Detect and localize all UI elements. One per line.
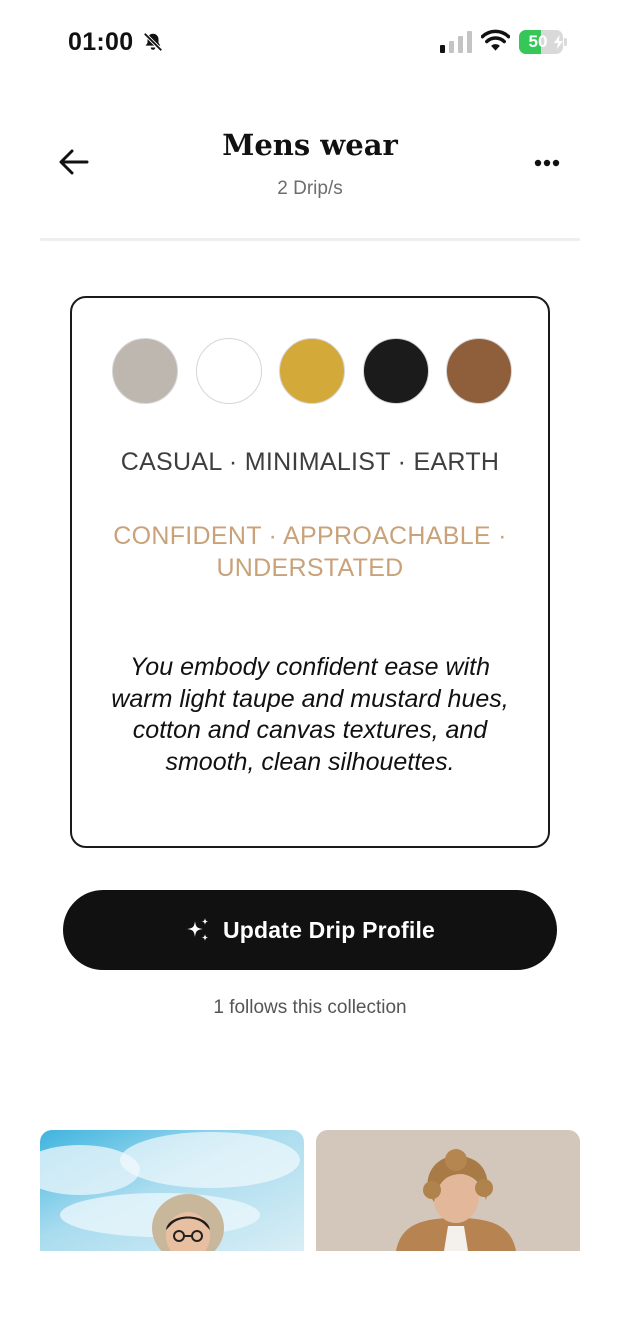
- status-time: 01:00: [68, 28, 134, 56]
- collection-screen: 01:00 50 Mens wear 2 Drip/s CASUAL · MIN…: [0, 0, 620, 1342]
- color-swatch-black: [362, 338, 429, 404]
- header-divider: [40, 238, 580, 241]
- color-palette: [112, 338, 512, 404]
- sparkle-icon: [186, 918, 209, 941]
- update-button-label: Update Drip Profile: [222, 916, 436, 943]
- ellipsis-icon: [534, 159, 560, 167]
- status-bar: 01:00 50: [0, 0, 620, 84]
- mood-tags: CONFIDENT · APPROACHABLE · UNDERSTATED: [113, 522, 507, 582]
- bell-off-icon: [143, 32, 163, 52]
- battery-charging-icon: [554, 35, 563, 49]
- drip-profile-card: CASUAL · MINIMALIST · EARTH CONFIDENT · …: [70, 296, 550, 848]
- gallery-item-man-in-hat[interactable]: [40, 1130, 304, 1251]
- battery-cap: [564, 38, 567, 46]
- color-swatch-brown: [446, 338, 512, 404]
- drip-count: 2 Drip/s: [277, 178, 343, 199]
- gallery-item-man-curly-hair[interactable]: [316, 1130, 580, 1251]
- update-drip-profile-button[interactable]: Update Drip Profile: [63, 890, 557, 970]
- style-tags: CASUAL · MINIMALIST · EARTH: [120, 448, 500, 476]
- cellular-signal-icon: [440, 31, 472, 53]
- follows-count: 1 follows this collection: [213, 997, 407, 1018]
- header: Mens wear 2 Drip/s: [0, 110, 620, 240]
- man-curly-hair-photo: [316, 1130, 580, 1251]
- color-swatch-white: [195, 338, 262, 404]
- man-in-hat-sky-photo: [40, 1130, 304, 1251]
- battery-percent: 50: [528, 32, 548, 51]
- profile-description: You embody confident ease with warm ligh…: [111, 653, 509, 776]
- color-swatch-light-taupe: [112, 338, 178, 404]
- wifi-icon: [481, 29, 510, 51]
- color-swatch-mustard: [279, 338, 345, 404]
- more-options-button[interactable]: [526, 148, 568, 178]
- battery-body: 50: [519, 30, 563, 54]
- battery-indicator: 50: [519, 30, 567, 54]
